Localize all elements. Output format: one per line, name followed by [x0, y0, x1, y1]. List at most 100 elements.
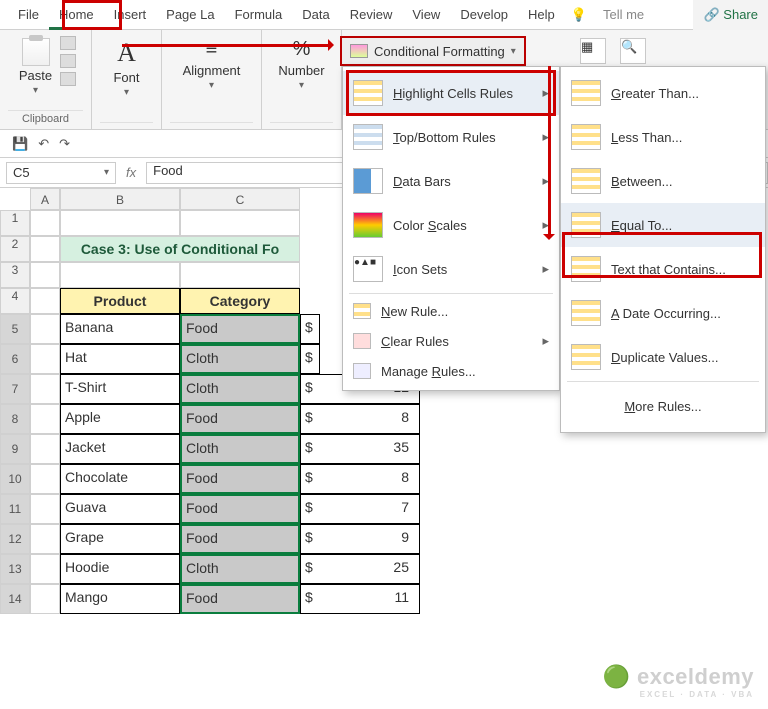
cell-product[interactable]: Grape	[60, 524, 180, 554]
menu-less-than[interactable]: Less Than...	[561, 115, 765, 159]
cell[interactable]	[30, 464, 60, 494]
cell-product[interactable]: Hat	[60, 344, 180, 374]
save-icon[interactable]: 💾	[12, 136, 28, 152]
cell[interactable]	[30, 314, 60, 344]
col-header-c[interactable]: C	[180, 188, 300, 210]
menu-text-contains[interactable]: Text that Contains...	[561, 247, 765, 291]
cell[interactable]	[30, 434, 60, 464]
cut-icon[interactable]	[60, 36, 76, 50]
cell-category[interactable]: Food	[180, 404, 300, 434]
tab-review[interactable]: Review	[340, 0, 403, 30]
cell-product[interactable]: Hoodie	[60, 554, 180, 584]
cell[interactable]	[30, 210, 60, 236]
tab-view[interactable]: View	[402, 0, 450, 30]
menu-greater-than[interactable]: Greater Than...	[561, 71, 765, 115]
copy-icon[interactable]	[60, 54, 76, 68]
cell[interactable]	[30, 524, 60, 554]
cell-price[interactable]: $8	[300, 464, 420, 494]
row-header[interactable]: 2	[0, 236, 30, 262]
header-product[interactable]: Product	[60, 288, 180, 314]
menu-color-scales[interactable]: Color Scales ▸	[343, 203, 559, 247]
row-header[interactable]: 14	[0, 584, 30, 614]
cell-price[interactable]: $25	[300, 554, 420, 584]
format-painter-icon[interactable]	[60, 72, 76, 86]
tab-formula[interactable]: Formula	[225, 0, 293, 30]
cell-product[interactable]: Jacket	[60, 434, 180, 464]
cell[interactable]	[30, 584, 60, 614]
cell[interactable]	[30, 262, 60, 288]
tab-home[interactable]: Home	[49, 0, 104, 30]
tab-data[interactable]: Data	[292, 0, 339, 30]
row-header[interactable]: 12	[0, 524, 30, 554]
cell-price[interactable]: $35	[300, 434, 420, 464]
cell-product[interactable]: T-Shirt	[60, 374, 180, 404]
tab-insert[interactable]: Insert	[104, 0, 157, 30]
title-cell[interactable]: Case 3: Use of Conditional Fo	[60, 236, 300, 262]
row-header[interactable]: 13	[0, 554, 30, 584]
cell-product[interactable]: Guava	[60, 494, 180, 524]
menu-manage-rules[interactable]: Manage Rules...	[343, 356, 559, 386]
menu-icon-sets[interactable]: ●▲■ Icon Sets ▸	[343, 247, 559, 291]
cell-category[interactable]: Cloth	[180, 374, 300, 404]
menu-new-rule[interactable]: New Rule...	[343, 296, 559, 326]
cell-category[interactable]: Food	[180, 494, 300, 524]
cell[interactable]	[60, 262, 180, 288]
row-header[interactable]: 4	[0, 288, 30, 314]
menu-date-occurring[interactable]: A Date Occurring...	[561, 291, 765, 335]
redo-icon[interactable]: ↷	[59, 136, 70, 152]
row-header[interactable]: 3	[0, 262, 30, 288]
cell[interactable]	[30, 236, 60, 262]
cell-price[interactable]: $9	[300, 524, 420, 554]
tell-me[interactable]: Tell me	[593, 0, 654, 30]
cell[interactable]	[30, 494, 60, 524]
row-header[interactable]: 11	[0, 494, 30, 524]
ribbon-button[interactable]: ▦	[580, 38, 606, 64]
cell-category[interactable]: Cloth	[180, 344, 300, 374]
name-box[interactable]: C5 ▾	[6, 162, 116, 184]
header-category[interactable]: Category	[180, 288, 300, 314]
menu-between[interactable]: Between...	[561, 159, 765, 203]
cell-price[interactable]: $11	[300, 584, 420, 614]
cell-category[interactable]: Cloth	[180, 554, 300, 584]
row-header[interactable]: 10	[0, 464, 30, 494]
row-header[interactable]: 6	[0, 344, 30, 374]
col-header-b[interactable]: B	[60, 188, 180, 210]
cell[interactable]	[30, 374, 60, 404]
cell[interactable]	[180, 210, 300, 236]
fx-icon[interactable]: fx	[126, 165, 136, 180]
ribbon-button[interactable]: 🔍	[620, 38, 646, 64]
row-header[interactable]: 5	[0, 314, 30, 344]
cell-category[interactable]: Cloth	[180, 434, 300, 464]
row-header[interactable]: 1	[0, 210, 30, 236]
cell-price[interactable]: $	[300, 344, 320, 374]
cell[interactable]	[180, 262, 300, 288]
cell[interactable]	[30, 404, 60, 434]
paste-button[interactable]: Paste ▾	[15, 36, 56, 98]
menu-equal-to[interactable]: Equal To...	[561, 203, 765, 247]
menu-clear-rules[interactable]: Clear Rules ▸	[343, 326, 559, 356]
tab-develop[interactable]: Develop	[450, 0, 518, 30]
cell-category[interactable]: Food	[180, 464, 300, 494]
tab-page-layout[interactable]: Page La	[156, 0, 224, 30]
menu-highlight-cells-rules[interactable]: Highlight Cells Rules ▸	[343, 71, 559, 115]
cell[interactable]	[30, 344, 60, 374]
cell-price[interactable]: $	[300, 314, 320, 344]
tab-help[interactable]: Help	[518, 0, 565, 30]
menu-more-rules[interactable]: More Rules...	[561, 384, 765, 428]
cell-price[interactable]: $7	[300, 494, 420, 524]
undo-icon[interactable]: ↶	[38, 136, 49, 152]
tab-file[interactable]: File	[8, 0, 49, 30]
menu-top-bottom-rules[interactable]: Top/Bottom Rules ▸	[343, 115, 559, 159]
cell-price[interactable]: $8	[300, 404, 420, 434]
col-header-a[interactable]: A	[30, 188, 60, 210]
row-header[interactable]: 9	[0, 434, 30, 464]
conditional-formatting-button[interactable]: Conditional Formatting ▾	[340, 36, 526, 66]
row-header[interactable]: 8	[0, 404, 30, 434]
cell[interactable]	[30, 554, 60, 584]
cell-product[interactable]: Mango	[60, 584, 180, 614]
row-header[interactable]: 7	[0, 374, 30, 404]
cell-product[interactable]: Chocolate	[60, 464, 180, 494]
share-button[interactable]: 🔗 Share	[693, 0, 768, 30]
cell-category[interactable]: Food	[180, 584, 300, 614]
cell-product[interactable]: Apple	[60, 404, 180, 434]
